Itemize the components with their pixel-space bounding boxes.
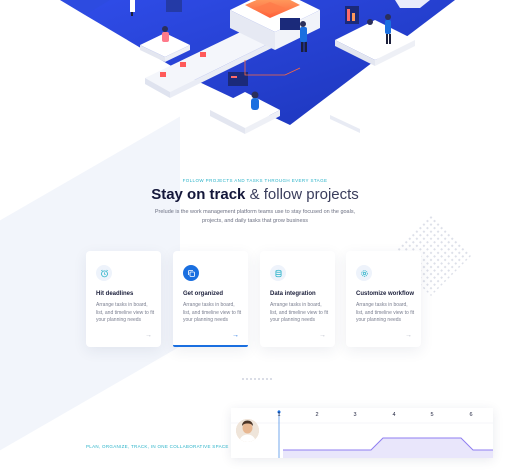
card-description: Arrange tasks in board, list, and timeli… xyxy=(96,302,155,323)
timeline-column-label: 6 xyxy=(469,412,472,418)
next-section-eyebrow: PLAN, ORGANIZE, TRACK, IN ONE COLLABORAT… xyxy=(86,444,229,449)
pager-dot[interactable] xyxy=(242,378,244,380)
timeline-column-label: 5 xyxy=(430,412,433,418)
avatar xyxy=(236,419,259,442)
card-title: Data integration xyxy=(270,291,316,297)
alarm-clock-icon xyxy=(96,265,112,281)
timeline-column-label: 3 xyxy=(353,412,356,418)
section-subtitle: Prelude is the work management platform … xyxy=(154,209,356,224)
arrow-right-icon[interactable]: → xyxy=(232,332,239,339)
timeline-column-label: 4 xyxy=(392,412,395,418)
carousel-pager[interactable] xyxy=(242,378,272,380)
arrow-right-icon[interactable]: → xyxy=(145,332,152,339)
hero-illustration xyxy=(0,0,510,150)
pager-dot[interactable] xyxy=(246,378,248,380)
section-eyebrow: FOLLOW PROJECTS AND TASKS THROUGH EVERY … xyxy=(182,178,328,183)
section-title: Stay on track & follow projects xyxy=(0,186,510,203)
pager-dot[interactable] xyxy=(258,378,260,380)
card-description: Arrange tasks in board, list, and timeli… xyxy=(270,302,329,323)
pager-dot[interactable] xyxy=(266,378,268,380)
card-title: Hit deadlines xyxy=(96,291,134,297)
settings-icon xyxy=(356,265,372,281)
pager-dot[interactable] xyxy=(262,378,264,380)
card-description: Arrange tasks in board, list, and timeli… xyxy=(356,302,415,323)
isometric-scene xyxy=(60,0,455,134)
arrow-right-icon[interactable]: → xyxy=(405,332,412,339)
feature-card-get-organized[interactable]: Get organized Arrange tasks in board, li… xyxy=(173,251,248,347)
card-title: Get organized xyxy=(183,291,224,297)
feature-card-data-integration[interactable]: Data integration Arrange tasks in board,… xyxy=(260,251,335,347)
copy-icon xyxy=(183,265,199,281)
timeline-column-label: 2 xyxy=(315,412,318,418)
pager-dot[interactable] xyxy=(254,378,256,380)
timeline-column-label: 1 xyxy=(277,412,280,418)
feature-card-hit-deadlines[interactable]: Hit deadlines Arrange tasks in board, li… xyxy=(86,251,161,347)
timeline-preview: 1 2 3 4 5 6 xyxy=(231,408,493,458)
pager-dot[interactable] xyxy=(250,378,252,380)
section-title-rest: & follow projects xyxy=(245,186,359,203)
timeline-chart: 1 2 3 4 5 6 xyxy=(231,410,493,458)
active-card-indicator xyxy=(173,345,248,347)
section-title-bold: Stay on track xyxy=(151,186,246,203)
pager-dot[interactable] xyxy=(270,378,272,380)
card-description: Arrange tasks in board, list, and timeli… xyxy=(183,302,242,323)
database-icon xyxy=(270,265,286,281)
arrow-right-icon[interactable]: → xyxy=(319,332,326,339)
card-title: Customize workflow xyxy=(356,291,415,297)
feature-card-customize-workflow[interactable]: Customize workflow Arrange tasks in boar… xyxy=(346,251,421,347)
